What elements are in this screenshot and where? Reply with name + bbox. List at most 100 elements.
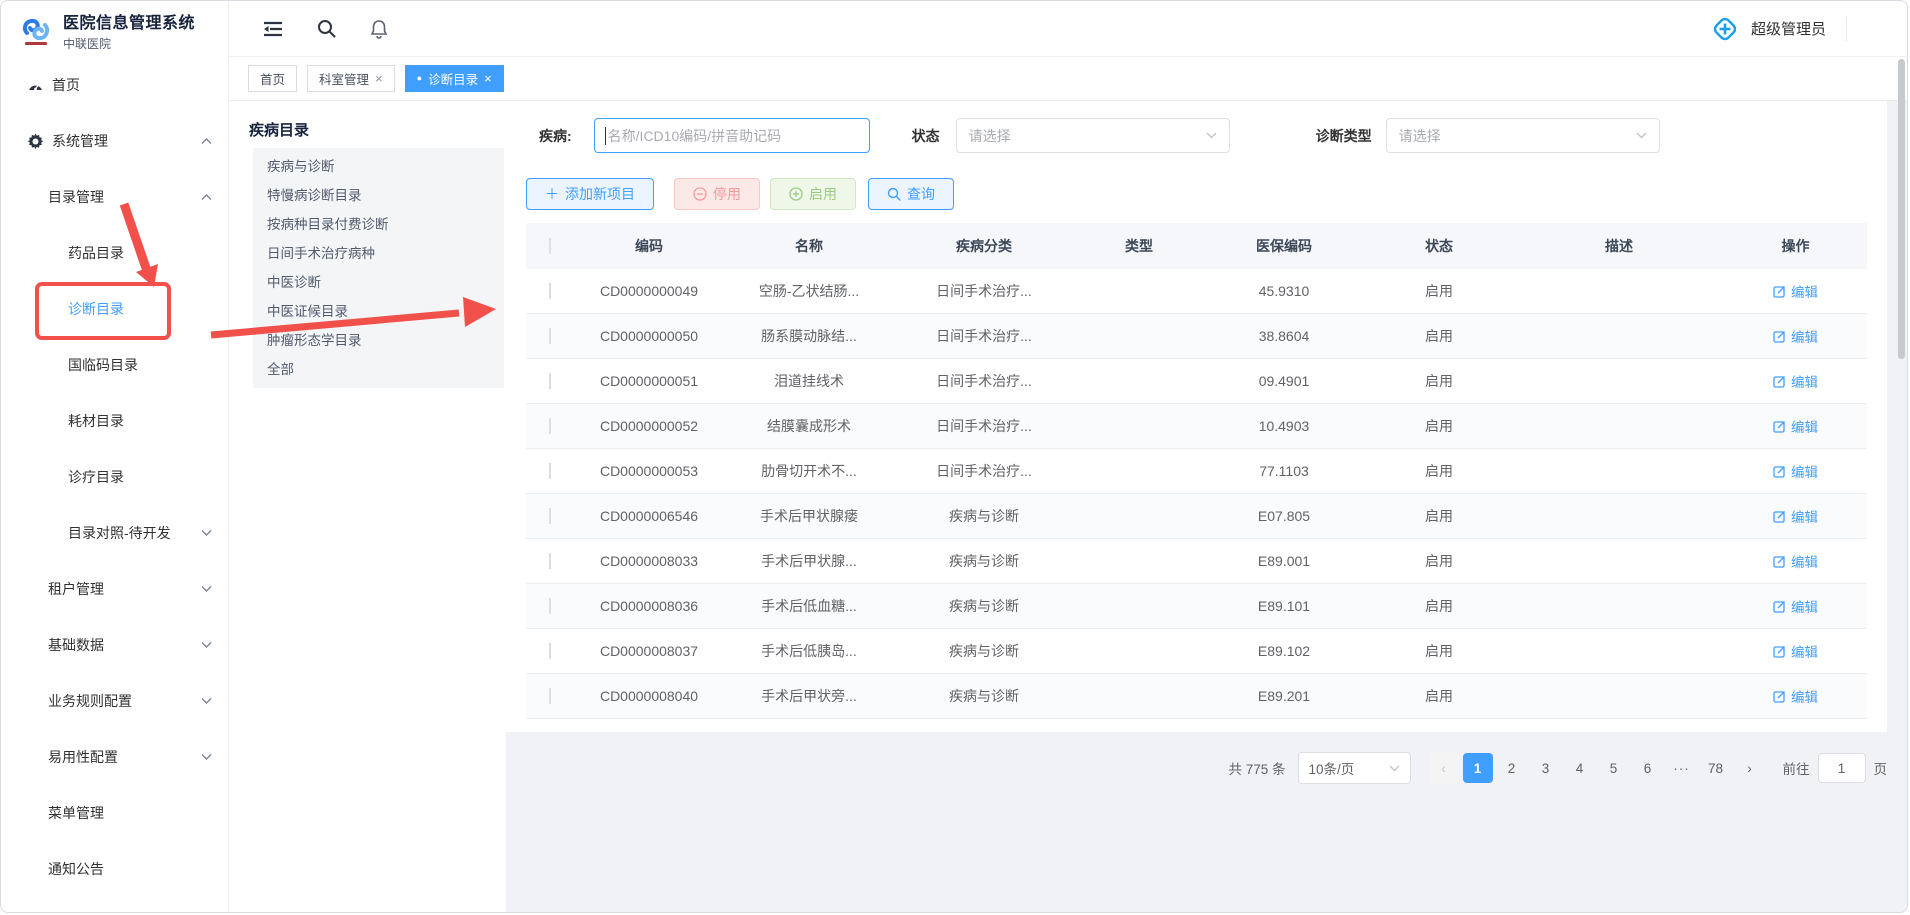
sidebar-item-tenant-mgmt[interactable]: 租户管理 (1, 561, 228, 617)
panel-item-tcm-diagnosis[interactable]: 中医诊断 (253, 268, 504, 297)
bell-icon[interactable] (370, 19, 388, 39)
sidebar-item-label: 药品目录 (68, 243, 124, 263)
status-select[interactable]: 请选择 (956, 118, 1230, 153)
page-button-1[interactable]: 1 (1463, 753, 1493, 783)
sidebar-item-drug-catalog[interactable]: 药品目录 (1, 225, 228, 281)
panel-item-disease-diagnosis[interactable]: 疾病与诊断 (253, 152, 504, 181)
page-button-5[interactable]: 5 (1599, 753, 1629, 783)
close-icon[interactable]: × (375, 71, 383, 86)
panel-item-day-surgery[interactable]: 日间手术治疗病种 (253, 239, 504, 268)
panel-item-tcm-syndrome[interactable]: 中医证候目录 (253, 297, 504, 326)
sidebar-item-catalog-mgmt[interactable]: 目录管理 (1, 169, 228, 225)
row-checkbox[interactable] (549, 598, 551, 614)
table-row: CD0000000049 空肠-乙状结肠... 日间手术治疗... 45.931… (526, 269, 1867, 314)
row-checkbox[interactable] (549, 508, 551, 524)
page-button-4[interactable]: 4 (1565, 753, 1595, 783)
row-checkbox[interactable] (549, 688, 551, 704)
row-checkbox[interactable] (549, 463, 551, 479)
cell-category: 疾病与诊断 (894, 551, 1074, 571)
search-icon[interactable] (317, 19, 336, 38)
disease-catalog-panel: 疾病目录 疾病与诊断 特慢病诊断目录 按病种目录付费诊断 日间手术治疗病种 中医… (229, 101, 506, 912)
sidebar-item-label: 目录管理 (48, 187, 104, 207)
page-button-78[interactable]: 78 (1701, 753, 1731, 783)
row-checkbox[interactable] (549, 328, 551, 344)
row-checkbox[interactable] (549, 373, 551, 389)
cell-code: CD0000008036 (574, 598, 724, 614)
table-row: CD0000008037 手术后低胰岛... 疾病与诊断 E89.102 启用 … (526, 629, 1867, 674)
edit-button[interactable]: 编辑 (1773, 641, 1818, 661)
cell-name: 肋骨切开术不... (724, 461, 894, 481)
sidebar-item-diagnosis-catalog[interactable]: 诊断目录 (1, 281, 228, 337)
chevron-up-icon (201, 194, 212, 201)
app-title-block: 医院信息管理系统 中联医院 (63, 9, 195, 52)
more-pages-icon[interactable]: ··· (1667, 753, 1697, 783)
sidebar-item-label: 目录对照-待开发 (68, 523, 171, 543)
edit-button[interactable]: 编辑 (1773, 461, 1818, 481)
disease-search-input[interactable]: 名称/ICD10编码/拼音助记码 (594, 118, 870, 153)
next-page-button[interactable]: › (1735, 753, 1765, 783)
enable-button[interactable]: 启用 (770, 178, 856, 210)
query-button[interactable]: 查询 (868, 178, 954, 210)
cell-insurance: 38.8604 (1204, 328, 1364, 344)
sidebar-item-base-data[interactable]: 基础数据 (1, 617, 228, 673)
goto-page: 前往 页 (1783, 753, 1888, 783)
cell-status: 启用 (1364, 641, 1514, 661)
prev-page-button[interactable]: ‹ (1429, 753, 1459, 783)
add-item-button[interactable]: ＋ 添加新项目 (526, 178, 654, 210)
tab-home[interactable]: 首页 (248, 65, 297, 92)
tab-label: 诊断目录 (428, 69, 478, 88)
sidebar-item-system-mgmt[interactable]: 系统管理 (1, 113, 228, 169)
page-button-6[interactable]: 6 (1633, 753, 1663, 783)
select-all-checkbox[interactable] (549, 238, 551, 254)
page-button-2[interactable]: 2 (1497, 753, 1527, 783)
chevron-down-icon (201, 698, 212, 705)
tab-department-mgmt[interactable]: 科室管理 × (307, 65, 395, 92)
vertical-scrollbar[interactable] (1898, 59, 1905, 359)
disable-button[interactable]: 停用 (674, 178, 760, 210)
cell-name: 空肠-乙状结肠... (724, 281, 894, 301)
table-row: CD0000000052 结膜囊成形术 日间手术治疗... 10.4903 启用… (526, 404, 1867, 449)
sidebar-item-national-code-catalog[interactable]: 国临码目录 (1, 337, 228, 393)
col-header-type: 类型 (1074, 236, 1204, 256)
edit-button[interactable]: 编辑 (1773, 281, 1818, 301)
sidebar-item-label: 耗材目录 (68, 411, 124, 431)
sidebar-item-treatment-catalog[interactable]: 诊疗目录 (1, 449, 228, 505)
edit-button[interactable]: 编辑 (1773, 371, 1818, 391)
sidebar-item-catalog-mapping[interactable]: 目录对照-待开发 (1, 505, 228, 561)
cell-insurance: E07.805 (1204, 508, 1364, 524)
sidebar-item-notice[interactable]: 通知公告 (1, 841, 228, 897)
page-size-select[interactable]: 10条/页 (1298, 752, 1411, 784)
sidebar-item-usability-config[interactable]: 易用性配置 (1, 729, 228, 785)
edit-button[interactable]: 编辑 (1773, 506, 1818, 526)
dashboard-icon (26, 77, 44, 94)
page-button-3[interactable]: 3 (1531, 753, 1561, 783)
user-box[interactable]: 超级管理员 (1709, 13, 1847, 45)
row-checkbox[interactable] (549, 418, 551, 434)
sidebar-item-menu-mgmt[interactable]: 菜单管理 (1, 785, 228, 841)
close-icon[interactable]: × (484, 71, 492, 86)
cell-insurance: E89.001 (1204, 553, 1364, 569)
panel-item-chronic-diagnosis[interactable]: 特慢病诊断目录 (253, 181, 504, 210)
chevron-down-icon (201, 642, 212, 649)
collapse-menu-icon[interactable] (263, 21, 283, 37)
hospital-name: 中联医院 (63, 35, 195, 52)
edit-button[interactable]: 编辑 (1773, 551, 1818, 571)
row-checkbox[interactable] (549, 643, 551, 659)
edit-button[interactable]: 编辑 (1773, 686, 1818, 706)
sidebar-item-business-rules[interactable]: 业务规则配置 (1, 673, 228, 729)
cell-insurance: E89.102 (1204, 643, 1364, 659)
sidebar-item-consumables-catalog[interactable]: 耗材目录 (1, 393, 228, 449)
row-checkbox[interactable] (549, 283, 551, 299)
edit-button[interactable]: 编辑 (1773, 596, 1818, 616)
panel-item-tumor-morphology[interactable]: 肿瘤形态学目录 (253, 326, 504, 355)
sidebar-item-home[interactable]: 首页 (1, 57, 228, 113)
panel-item-all[interactable]: 全部 (253, 355, 504, 384)
diagnosis-type-select[interactable]: 请选择 (1386, 118, 1660, 153)
tab-diagnosis-catalog[interactable]: ● 诊断目录 × (405, 65, 504, 92)
edit-button[interactable]: 编辑 (1773, 326, 1818, 346)
goto-page-input[interactable] (1818, 753, 1866, 783)
cell-status: 启用 (1364, 506, 1514, 526)
panel-item-payment-by-disease[interactable]: 按病种目录付费诊断 (253, 210, 504, 239)
edit-button[interactable]: 编辑 (1773, 416, 1818, 436)
row-checkbox[interactable] (549, 553, 551, 569)
